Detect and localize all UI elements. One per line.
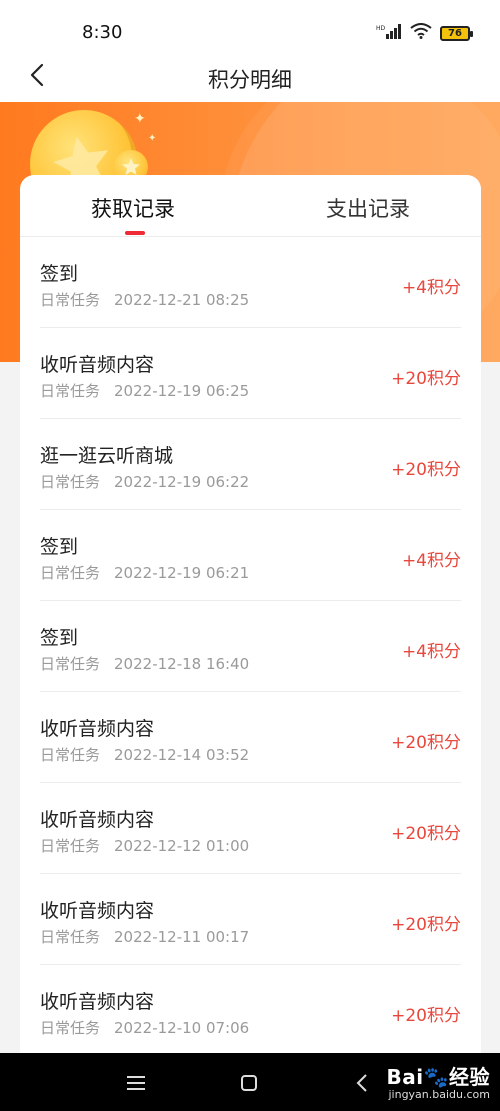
record-meta: 日常任务 2022-12-10 07:06 (40, 1017, 249, 1038)
record-title: 逛一逛云听商城 (40, 445, 174, 467)
wifi-icon (410, 23, 432, 43)
record-meta: 日常任务 2022-12-19 06:25 (40, 380, 249, 401)
record-points: +20积分 (391, 824, 461, 844)
nav-bar: 积分明细 (0, 56, 500, 102)
record-title: 收听音频内容 (40, 809, 155, 831)
status-bar: 8:30 HD 76 (0, 0, 500, 56)
list-item[interactable]: 收听音频内容 日常任务 2022-12-12 01:00 +20积分 (40, 783, 461, 874)
record-points: +4积分 (401, 551, 461, 571)
list-item[interactable]: 收听音频内容 日常任务 2022-12-19 06:25 +20积分 (40, 328, 461, 419)
record-meta: 日常任务 2022-12-14 03:52 (40, 744, 249, 765)
record-points: +20积分 (391, 733, 461, 753)
back-icon[interactable] (350, 1071, 374, 1095)
record-datetime: 2022-12-10 07:06 (114, 1019, 250, 1037)
list-item[interactable]: 逛一逛云听商城 日常任务 2022-12-19 06:22 +20积分 (40, 419, 461, 510)
svg-text:HD: HD (376, 25, 386, 32)
list-item[interactable]: 收听音频内容 日常任务 2022-12-10 07:06 +20积分 (40, 965, 461, 1056)
record-meta: 日常任务 2022-12-21 08:25 (40, 289, 249, 310)
record-category: 日常任务 (40, 291, 101, 309)
list-item[interactable]: 签到 日常任务 2022-12-19 06:21 +4积分 (40, 510, 461, 601)
watermark-logo: Bai🐾经验 (386, 1065, 490, 1089)
list-item[interactable]: 收听音频内容 日常任务 2022-12-11 00:17 +20积分 (40, 874, 461, 965)
baidu-jingyan-watermark: Bai🐾经验 jingyan.baidu.com (387, 1061, 491, 1101)
record-datetime: 2022-12-18 16:40 (114, 655, 250, 673)
record-category: 日常任务 (40, 1019, 101, 1037)
record-meta: 日常任务 2022-12-12 01:00 (40, 835, 249, 856)
record-meta: 日常任务 2022-12-19 06:21 (40, 562, 249, 583)
record-meta: 日常任务 2022-12-18 16:40 (40, 653, 249, 674)
record-category: 日常任务 (40, 928, 101, 946)
page-title: 积分明细 (208, 68, 292, 92)
record-category: 日常任务 (40, 382, 101, 400)
record-title: 签到 (40, 536, 79, 558)
list-item[interactable]: 签到 日常任务 2022-12-18 16:40 +4积分 (40, 601, 461, 692)
records-card: 获取记录 支出记录 签到 日常任务 2022-12-21 08:25 +4积分 收… (20, 175, 481, 1075)
record-points: +20积分 (391, 915, 461, 935)
record-datetime: 2022-12-19 06:25 (114, 382, 250, 400)
record-datetime: 2022-12-19 06:21 (114, 564, 250, 582)
record-title: 收听音频内容 (40, 718, 155, 740)
record-datetime: 2022-12-21 08:25 (114, 291, 250, 309)
list-item[interactable]: 收听音频内容 日常任务 2022-12-14 03:52 +20积分 (40, 692, 461, 783)
menu-icon[interactable] (124, 1071, 148, 1095)
record-title: 收听音频内容 (40, 354, 155, 376)
tab-spend-records[interactable]: 支出记录 (326, 193, 410, 223)
record-points: +20积分 (391, 369, 461, 389)
record-datetime: 2022-12-11 00:17 (114, 928, 250, 946)
record-points: +20积分 (391, 460, 461, 480)
sparkle-icon: ✦ (148, 133, 157, 144)
battery-icon: 76 (440, 25, 473, 41)
system-nav-bar: Bai🐾经验 jingyan.baidu.com (0, 1053, 500, 1111)
record-category: 日常任务 (40, 746, 101, 764)
status-icons: HD 76 (376, 23, 473, 43)
sparkle-icon: ✦ (134, 111, 146, 127)
record-tabs: 获取记录 支出记录 (20, 175, 481, 237)
record-datetime: 2022-12-19 06:22 (114, 473, 250, 491)
record-category: 日常任务 (40, 655, 101, 673)
record-meta: 日常任务 2022-12-19 06:22 (40, 471, 249, 492)
record-title: 收听音频内容 (40, 900, 155, 922)
tab-active-indicator (125, 231, 145, 235)
record-title: 签到 (40, 263, 79, 285)
hd-signal-icon: HD (376, 23, 402, 43)
record-category: 日常任务 (40, 473, 101, 491)
record-title: 收听音频内容 (40, 991, 155, 1013)
record-points: +20积分 (391, 1006, 461, 1026)
record-title: 签到 (40, 627, 79, 649)
record-meta: 日常任务 2022-12-11 00:17 (40, 926, 249, 947)
record-category: 日常任务 (40, 564, 101, 582)
record-points: +4积分 (401, 278, 461, 298)
watermark-url: jingyan.baidu.com (388, 1088, 490, 1101)
record-points: +4积分 (401, 642, 461, 662)
record-datetime: 2022-12-12 01:00 (114, 837, 250, 855)
status-time: 8:30 (82, 22, 123, 43)
record-category: 日常任务 (40, 837, 101, 855)
record-datetime: 2022-12-14 03:52 (114, 746, 250, 764)
home-icon[interactable] (237, 1071, 261, 1095)
records-list: 签到 日常任务 2022-12-21 08:25 +4积分 收听音频内容 日常任务… (40, 237, 461, 1056)
list-item[interactable]: 签到 日常任务 2022-12-21 08:25 +4积分 (40, 237, 461, 328)
tab-earn-records[interactable]: 获取记录 (91, 193, 175, 223)
